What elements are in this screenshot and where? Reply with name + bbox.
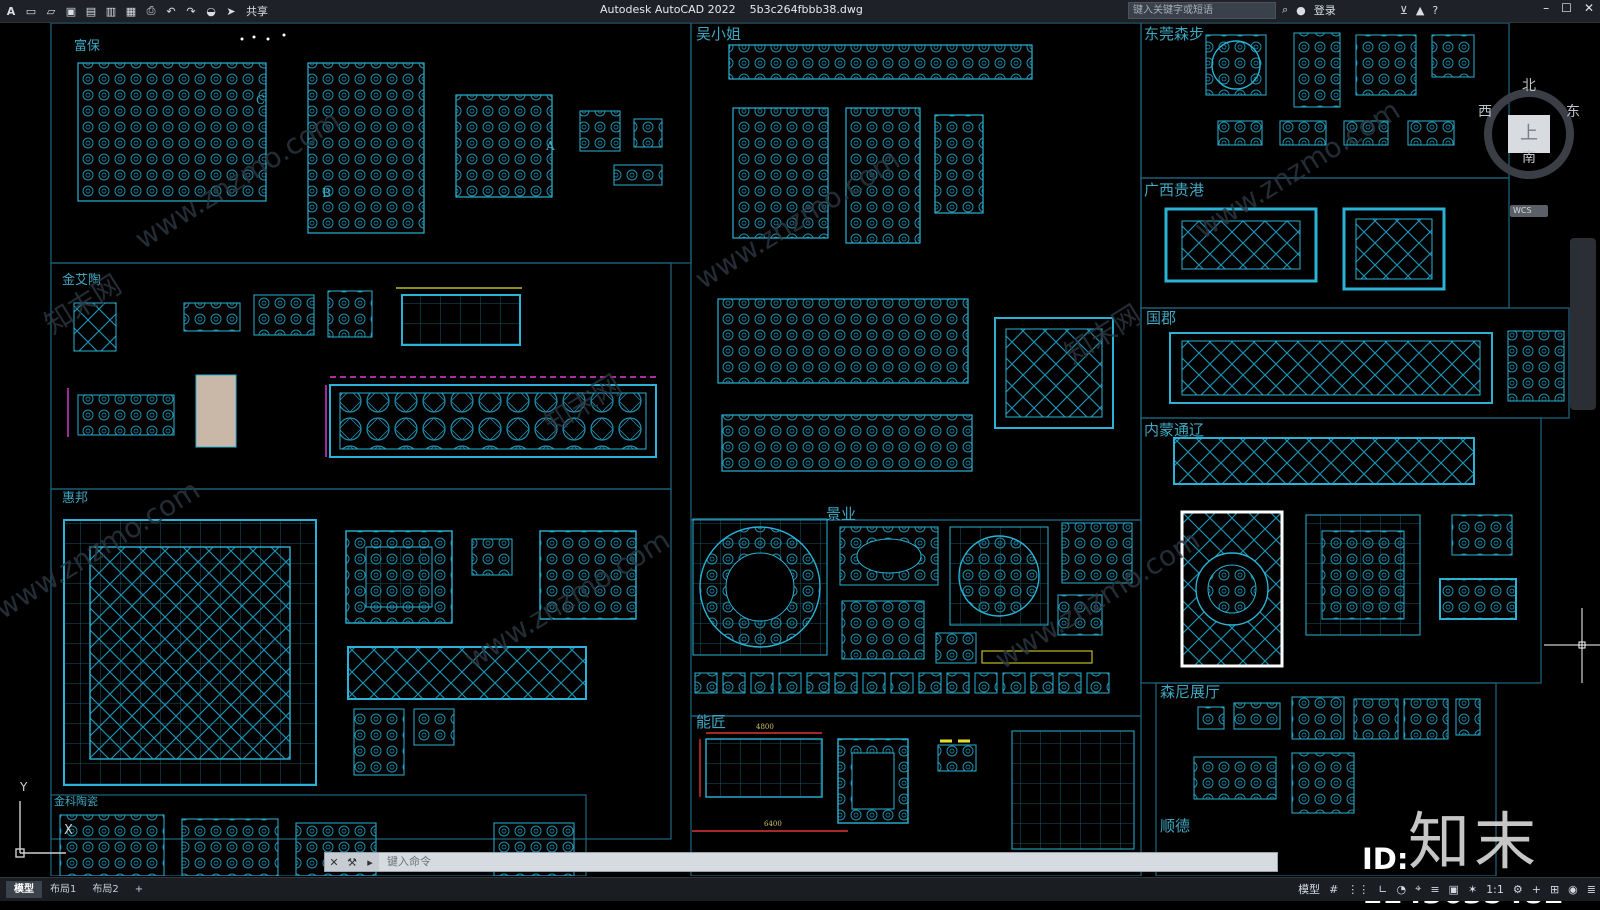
grid-icon[interactable]: # [1329, 883, 1338, 896]
close-icon[interactable]: ✕ [1584, 1, 1594, 15]
file-name: 5b3c264fbbb38.dwg [749, 3, 863, 16]
compass-north[interactable]: 北 [1522, 75, 1536, 95]
lineweight-icon[interactable]: ≡ [1430, 883, 1439, 896]
huibang-group [63, 519, 637, 786]
label-guoshi: 国郡 [1146, 309, 1177, 327]
dim-6400: 6400 [764, 820, 782, 828]
undo-icon[interactable]: ↶ [164, 4, 178, 18]
settings-icon[interactable]: ⚙ [1513, 883, 1523, 896]
search-input[interactable]: 键入关键字或短语 [1128, 2, 1276, 19]
ucs-icon [15, 801, 66, 858]
window-controls: – ☐ ✕ [1543, 1, 1594, 15]
drawing-canvas[interactable]: 富保 吴小姐 东莞森步 金艾陶 广西贵港 国郡 惠邦 景业 内蒙通辽 能匠 森尼… [0, 23, 1600, 876]
label-shunde: 顺德 [1160, 817, 1191, 835]
label-senni: 森尼展厅 [1160, 683, 1221, 701]
ortho-icon[interactable]: ∟ [1378, 883, 1387, 896]
viewcube[interactable]: 上 北 南 东 西 [1478, 78, 1588, 193]
customize-status-icon[interactable]: ≣ [1587, 883, 1596, 896]
autocad-logo-icon[interactable]: A [4, 4, 18, 18]
drawing-svg [15, 23, 1600, 876]
redo-icon[interactable]: ↷ [184, 4, 198, 18]
command-input[interactable]: 键入命令 [379, 853, 1277, 871]
compass-south[interactable]: 南 [1522, 147, 1536, 167]
marker-b: B [322, 186, 331, 200]
ucs-x-label: X [64, 823, 73, 838]
tab-layout2[interactable]: 布局2 [84, 881, 126, 898]
label-jingye: 景业 [826, 505, 857, 523]
snap-icon[interactable]: ⋮⋮ [1347, 883, 1369, 896]
autodesk-a360-icon[interactable]: ▲ [1416, 4, 1424, 17]
maximize-icon[interactable]: ☐ [1561, 1, 1572, 15]
nengjiang-group [692, 730, 1135, 850]
status-tools: 模型 # ⋮⋮ ∟ ◔ ⌖ ≡ ▣ ✶ 1:1 ⚙ + ⊞ ◉ ≣ [1298, 881, 1596, 897]
crosshair-cursor [1544, 608, 1600, 683]
open-folder-icon[interactable]: ▱ [44, 4, 58, 18]
tab-layout1[interactable]: 布局1 [42, 881, 84, 898]
save-as-icon[interactable]: ▤ [84, 4, 98, 18]
label-dongguan: 东莞森步 [1144, 25, 1205, 43]
neimeng-group [1173, 437, 1517, 668]
plot-icon[interactable]: ⎙ [144, 4, 158, 18]
tab-model[interactable]: 模型 [6, 881, 42, 898]
app-title: Autodesk AutoCAD 2022 [600, 3, 736, 16]
add-layout-button[interactable]: + [127, 881, 151, 898]
label-neimeng: 内蒙通辽 [1144, 421, 1205, 439]
quick-access-toolbar: A ▭ ▱ ▣ ▤ ▥ ▦ ⎙ ↶ ↷ ◒ ➤ 共享 [0, 0, 268, 22]
label-fubao: 富保 [74, 39, 101, 54]
model-space-button[interactable]: 模型 [1298, 881, 1320, 897]
share-button[interactable]: 共享 [246, 3, 268, 19]
close-command-icon[interactable]: ✕ [325, 856, 343, 869]
compass-west[interactable]: 西 [1478, 101, 1492, 121]
marker-c: C [256, 93, 266, 107]
dim-4800: 4800 [756, 723, 774, 731]
help-icon[interactable]: ? [1432, 4, 1438, 17]
marker-a: A [546, 139, 555, 153]
navigation-bar[interactable] [1570, 238, 1596, 410]
user-icon[interactable]: ● [1296, 4, 1306, 17]
minimize-icon[interactable]: – [1543, 1, 1549, 15]
label-guangxi: 广西贵港 [1144, 181, 1205, 199]
label-nengjiang: 能匠 [696, 713, 727, 731]
wuxiaojie-group [717, 44, 1114, 472]
isolate-icon[interactable]: ◉ [1568, 883, 1578, 896]
search-icon[interactable]: ⌕ [1282, 3, 1288, 17]
publish-icon[interactable]: ▦ [124, 4, 138, 18]
selection-cycling-icon[interactable]: ▣ [1449, 883, 1459, 896]
new-file-icon[interactable]: ▭ [24, 4, 38, 18]
cart-icon[interactable]: ⊻ [1400, 4, 1408, 17]
annotation-scale[interactable]: 1:1 [1486, 883, 1504, 896]
units-icon[interactable]: ⊞ [1550, 883, 1559, 896]
web-save-icon[interactable]: ▥ [104, 4, 118, 18]
osnap-icon[interactable]: ⌖ [1415, 882, 1421, 896]
command-line[interactable]: ✕ ⚒ ▸ 键入命令 [324, 852, 1278, 872]
title-right-tools: ⌕ ● 登录 ⊻ ▲ ? [1282, 2, 1438, 18]
customize-icon[interactable]: ⚒ [343, 856, 361, 869]
workspace-icon[interactable]: ◒ [204, 4, 218, 18]
login-button[interactable]: 登录 [1314, 2, 1336, 18]
label-jinke: 金科陶瓷 [54, 795, 98, 808]
label-wuxiaojie: 吴小姐 [696, 25, 742, 43]
label-huibang: 惠邦 [62, 491, 89, 506]
ucs-y-label: Y [20, 780, 28, 794]
add-icon[interactable]: + [1532, 883, 1541, 896]
save-icon[interactable]: ▣ [64, 4, 78, 18]
window-title: Autodesk AutoCAD 2022 5b3c264fbbb38.dwg [600, 3, 863, 16]
annotation-visibility-icon[interactable]: ✶ [1468, 883, 1477, 896]
wcs-menu[interactable]: WCS [1510, 205, 1548, 217]
title-bar: A ▭ ▱ ▣ ▤ ▥ ▦ ⎙ ↶ ↷ ◒ ➤ 共享 Autodesk Auto… [0, 0, 1600, 23]
guojun-group [1169, 330, 1565, 404]
compass-east[interactable]: 东 [1566, 101, 1580, 121]
share-icon[interactable]: ➤ [224, 4, 238, 18]
recent-commands-icon[interactable]: ▸ [361, 856, 379, 869]
status-bar: 模型 布局1 布局2 + 模型 # ⋮⋮ ∟ ◔ ⌖ ≡ ▣ ✶ 1:1 ⚙ +… [0, 877, 1600, 901]
fubao-group [77, 33, 663, 234]
polar-icon[interactable]: ◔ [1397, 883, 1407, 896]
